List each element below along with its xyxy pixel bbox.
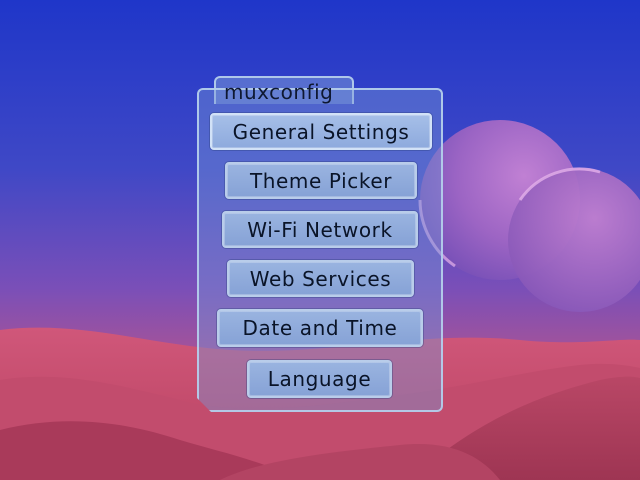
menu-item-label: Date and Time xyxy=(242,316,398,340)
desktop-background: muxconfig General Settings Theme Picker … xyxy=(0,0,640,480)
menu-item-language[interactable]: Language xyxy=(247,360,392,398)
menu-item-label: Theme Picker xyxy=(249,168,393,193)
menu-item-date-and-time[interactable]: Date and Time xyxy=(217,309,423,347)
menu-item-label: Language xyxy=(267,367,372,391)
menu-item-theme-picker[interactable]: Theme Picker xyxy=(225,162,417,199)
menu-item-label: Wi-Fi Network xyxy=(247,217,393,242)
panel-title: muxconfig xyxy=(224,80,334,104)
menu-item-general-settings[interactable]: General Settings xyxy=(210,113,432,150)
menu-item-web-services[interactable]: Web Services xyxy=(227,260,414,297)
menu-item-wifi-network[interactable]: Wi-Fi Network xyxy=(222,211,418,248)
menu-item-label: Web Services xyxy=(249,266,392,291)
menu-item-label: General Settings xyxy=(232,119,410,144)
